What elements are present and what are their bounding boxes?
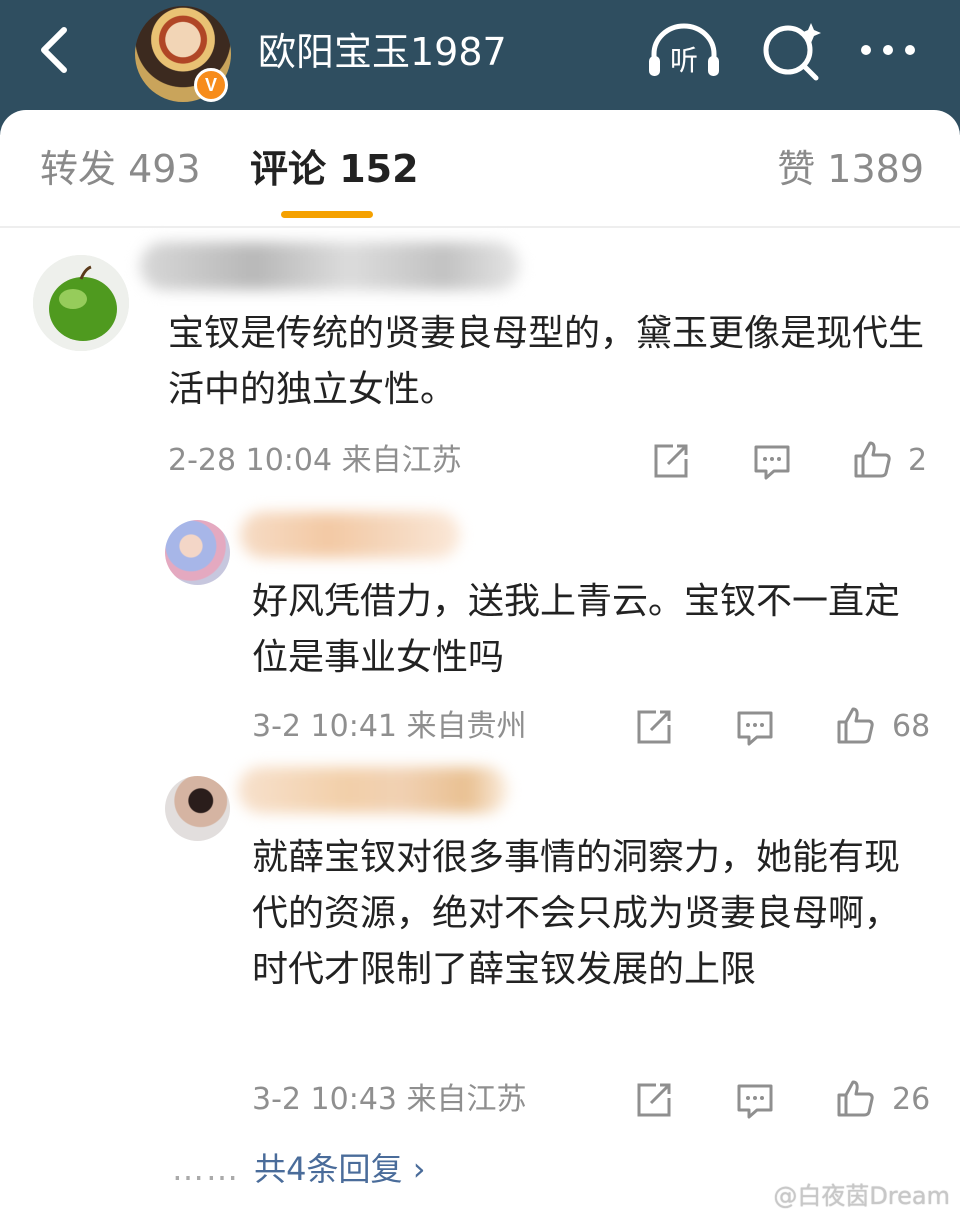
watermark: @白夜茵Dream: [773, 1182, 950, 1210]
comment-text: 宝钗是传统的贤妻良母型的，黛玉更像是现代生活中的独立女性。: [168, 313, 925, 410]
like-icon[interactable]: [852, 439, 892, 479]
like-icon[interactable]: [835, 1078, 875, 1118]
listen-glyph: 听: [670, 44, 698, 77]
comment-meta: 3-2 10:41 来自贵州: [252, 709, 527, 744]
commenter-avatar[interactable]: [33, 255, 129, 351]
listen-icon[interactable]: 听: [646, 20, 722, 84]
reply-icon[interactable]: [735, 1080, 775, 1120]
tab-bar: 转发 493 评论 152 赞 1389: [0, 110, 960, 228]
comment-text: 好风凭借力，送我上青云。宝钗不一直定位是事业女性吗: [252, 581, 901, 678]
search-icon[interactable]: [756, 20, 832, 84]
author-username[interactable]: 欧阳宝玉1987: [258, 28, 507, 76]
like-count: 26: [892, 1082, 931, 1117]
like-icon[interactable]: [835, 705, 875, 745]
comment-meta: 2-28 10:04 来自江苏: [168, 443, 462, 478]
share-icon[interactable]: [634, 1080, 674, 1120]
blurred-username: [238, 767, 508, 813]
share-icon[interactable]: [634, 707, 674, 747]
like-count: 2: [908, 443, 928, 478]
more-icon[interactable]: [852, 20, 928, 84]
comment-meta: 3-2 10:43 来自江苏: [252, 1082, 527, 1117]
blurred-username: [240, 512, 460, 558]
like-count: 68: [892, 709, 931, 744]
commenter-avatar[interactable]: [165, 520, 230, 585]
view-replies[interactable]: …… 共4条回复 ›: [172, 1147, 426, 1191]
view-replies-link[interactable]: 共4条回复 ›: [254, 1150, 425, 1188]
blurred-username: [140, 242, 520, 290]
reply-icon[interactable]: [735, 707, 775, 747]
verified-badge-icon: V: [194, 68, 228, 102]
active-tab-indicator: [281, 211, 373, 218]
replies-dots: ……: [172, 1150, 240, 1188]
back-arrow-icon[interactable]: [30, 20, 80, 80]
commenter-avatar[interactable]: [165, 776, 230, 841]
reply-icon[interactable]: [752, 441, 792, 481]
tab-comment[interactable]: 评论 152: [250, 144, 419, 194]
apple-icon: [33, 255, 129, 351]
share-icon[interactable]: [651, 441, 691, 481]
tab-repost[interactable]: 转发 493: [40, 144, 201, 194]
tab-like[interactable]: 赞 1389: [777, 144, 924, 194]
comment-text: 就薛宝钗对很多事情的洞察力，她能有现代的资源，绝对不会只成为贤妻良母啊，时代才限…: [252, 837, 901, 990]
